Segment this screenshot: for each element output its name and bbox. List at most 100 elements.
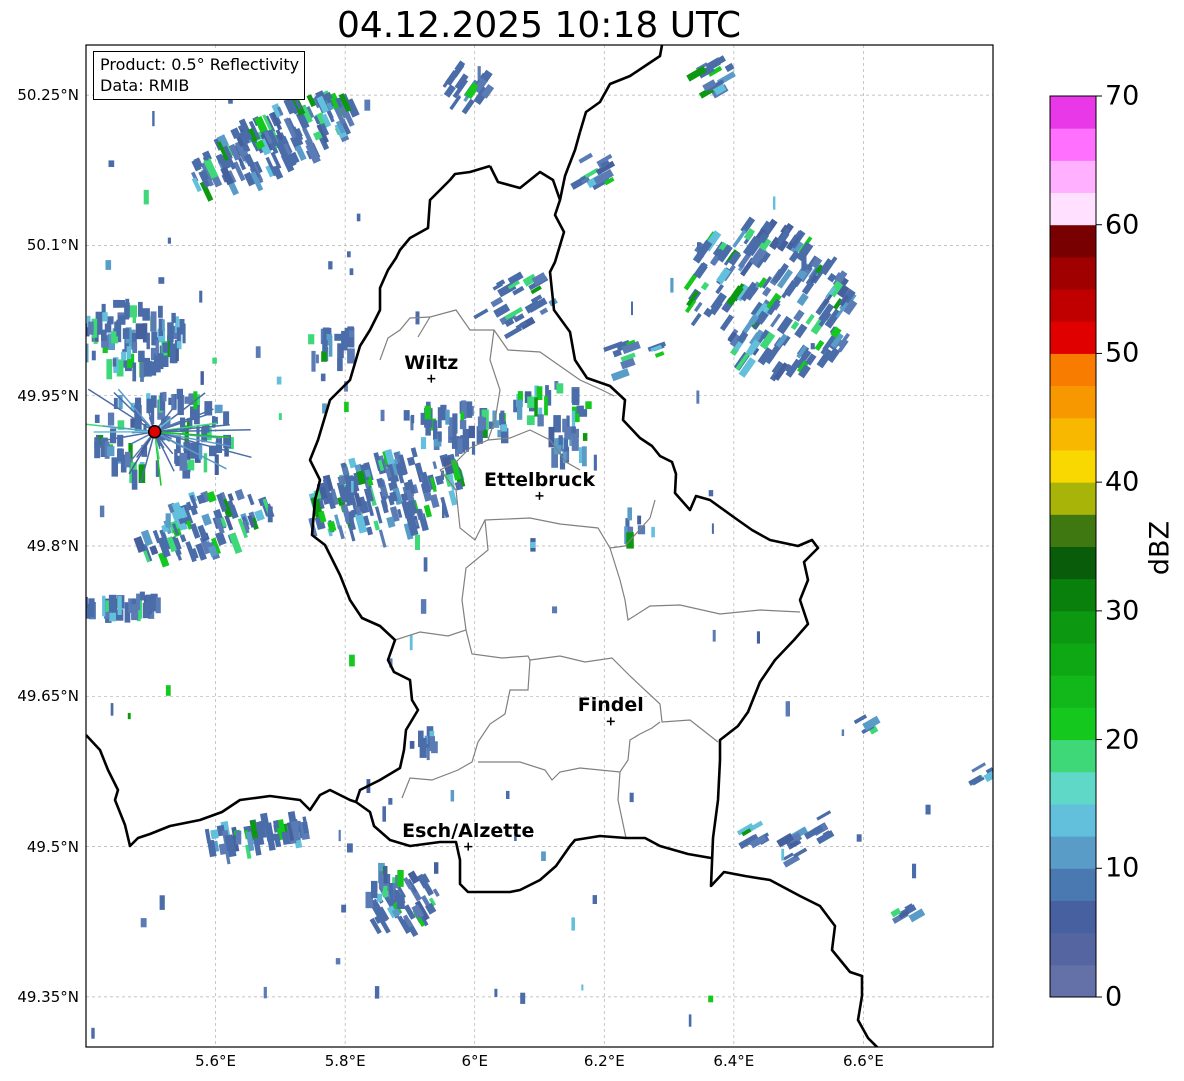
echo-pixel bbox=[140, 362, 144, 382]
echo-pixel bbox=[204, 152, 209, 161]
echo-pixel bbox=[136, 593, 141, 611]
echo-pixel bbox=[158, 277, 165, 284]
echo-pixel bbox=[347, 251, 351, 258]
echo-pixel bbox=[308, 334, 315, 345]
echo-pixel bbox=[140, 918, 147, 928]
echo-pixel bbox=[132, 341, 138, 353]
echo-pixel bbox=[544, 396, 548, 416]
echo-pixel bbox=[374, 986, 380, 999]
echo-pixel bbox=[571, 917, 575, 931]
lat-tick-label: 49.5°N bbox=[26, 837, 79, 856]
echo-pixel bbox=[466, 401, 473, 418]
echo-pixel bbox=[351, 480, 354, 493]
echo-pixel bbox=[131, 469, 138, 490]
lon-tick-label: 6.2°E bbox=[583, 1052, 625, 1070]
echo-pixel bbox=[341, 904, 347, 913]
echo-pixel bbox=[477, 416, 484, 431]
colorbar-segment bbox=[1050, 707, 1096, 741]
echo-pixel bbox=[347, 843, 353, 853]
echo-pixel bbox=[105, 260, 112, 270]
echo-pixel bbox=[773, 196, 776, 210]
echo-pixel bbox=[388, 883, 393, 895]
echo-pixel bbox=[138, 301, 143, 317]
echo-pixel bbox=[434, 862, 439, 874]
colorbar-segment bbox=[1050, 192, 1096, 226]
echo-pixel bbox=[187, 459, 195, 471]
echo-pixel bbox=[552, 606, 558, 614]
colorbar-segment bbox=[1050, 385, 1096, 419]
echo-pixel bbox=[143, 189, 149, 205]
echo-pixel bbox=[198, 444, 203, 460]
echo-pixel bbox=[127, 712, 131, 720]
colorbar-segment bbox=[1050, 482, 1096, 515]
colorbar-segment bbox=[1050, 739, 1096, 773]
colorbar-tick-label: 10 bbox=[1105, 852, 1140, 884]
lon-tick-label: 5.6°E bbox=[195, 1052, 236, 1070]
echo-pixel bbox=[117, 595, 122, 615]
echo-pixel bbox=[107, 412, 115, 426]
product-label: Product: 0.5° Reflectivity bbox=[100, 55, 300, 74]
lon-tick-label: 6.6°E bbox=[843, 1052, 884, 1070]
lat-tick-label: 50.1°N bbox=[26, 236, 79, 255]
colorbar-segment bbox=[1050, 964, 1096, 998]
echo-pixel bbox=[116, 319, 121, 337]
echo-pixel bbox=[556, 383, 564, 394]
echo-pixel bbox=[320, 373, 326, 382]
echo-pixel bbox=[347, 348, 355, 364]
echo-pixel bbox=[338, 829, 341, 842]
echo-pixel bbox=[113, 299, 121, 308]
echo-pixel bbox=[459, 420, 467, 430]
colorbar-segment bbox=[1050, 514, 1096, 547]
colorbar-segment bbox=[1050, 224, 1096, 258]
echo-pixel bbox=[517, 391, 523, 402]
echo-pixel bbox=[349, 654, 355, 667]
echo-pixel bbox=[696, 390, 700, 404]
echo-pixel bbox=[356, 213, 361, 222]
echo-pixel bbox=[106, 359, 113, 380]
echo-pixel bbox=[688, 1014, 692, 1027]
echo-pixel bbox=[334, 333, 342, 341]
echo-pixel bbox=[468, 425, 475, 439]
lat-tick-label: 50.25°N bbox=[17, 86, 79, 105]
echo-pixel bbox=[106, 316, 114, 325]
echo-pixel bbox=[101, 329, 107, 341]
echo-pixel bbox=[162, 391, 167, 402]
echo-pixel bbox=[409, 634, 413, 651]
echo-pixel bbox=[445, 409, 450, 425]
echo-pixel bbox=[553, 415, 561, 433]
colorbar-segment bbox=[1050, 128, 1096, 161]
echo-pixel bbox=[712, 629, 716, 642]
colorbar-tick-label: 0 bbox=[1105, 981, 1123, 1013]
lat-tick-label: 49.65°N bbox=[17, 687, 79, 706]
colorbar-segment bbox=[1050, 868, 1096, 901]
echo-pixel bbox=[382, 886, 388, 898]
echo-pixel bbox=[571, 433, 579, 451]
colorbar-segment bbox=[1050, 900, 1096, 934]
echo-pixel bbox=[477, 66, 481, 80]
echo-pixel bbox=[174, 449, 178, 464]
echo-pixel bbox=[161, 319, 165, 331]
echo-pixel bbox=[255, 346, 261, 358]
echo-pixel bbox=[396, 894, 405, 909]
echo-pixel bbox=[203, 453, 208, 473]
echo-pixel bbox=[107, 446, 115, 457]
echo-pixel bbox=[420, 437, 427, 450]
echo-pixel bbox=[124, 451, 131, 468]
echo-pixel bbox=[77, 337, 85, 354]
echo-pixel bbox=[91, 350, 96, 361]
echo-pixel bbox=[631, 301, 633, 316]
city-label: Ettelbruck bbox=[484, 468, 595, 491]
echo-pixel bbox=[442, 503, 445, 519]
echo-pixel bbox=[102, 595, 106, 617]
lon-tick-label: 6.4°E bbox=[713, 1052, 755, 1070]
echo-pixel bbox=[378, 871, 384, 889]
echo-pixel bbox=[142, 308, 150, 321]
echo-pixel bbox=[756, 631, 760, 644]
echo-pixel bbox=[376, 893, 382, 902]
echo-pixel bbox=[856, 834, 862, 842]
echo-pixel bbox=[176, 327, 181, 342]
echo-pixel bbox=[125, 298, 130, 320]
echo-pixel bbox=[708, 995, 714, 1003]
echo-pixel bbox=[112, 460, 117, 474]
echo-pixel bbox=[637, 515, 642, 525]
